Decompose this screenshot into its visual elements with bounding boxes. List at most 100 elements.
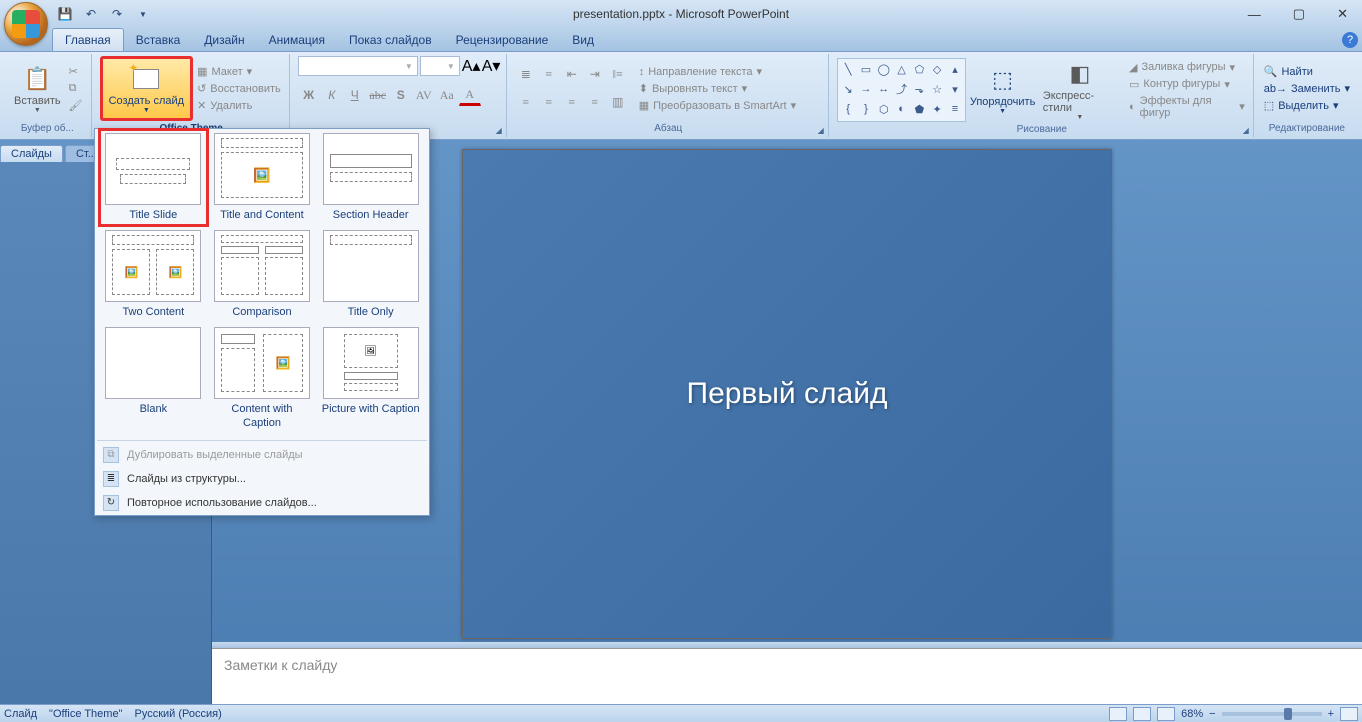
decrease-indent-button[interactable]: ⇤	[561, 64, 583, 86]
maximize-button[interactable]: ▢	[1287, 4, 1311, 24]
zoom-in-button[interactable]: +	[1328, 708, 1334, 720]
qat-dropdown-icon[interactable]: ▼	[132, 3, 154, 25]
layout-label: Two Content	[122, 306, 184, 319]
help-icon[interactable]: ?	[1342, 32, 1358, 48]
char-spacing-button[interactable]: AV	[413, 84, 435, 106]
change-case-button[interactable]: Aa	[436, 84, 458, 106]
ribbon: 📋 Вставить ▼ ✂ ⧉ 🖌 Буфер об... ✦ Создать…	[0, 52, 1362, 140]
quick-styles-button[interactable]: ◧ Экспресс-стили▼	[1039, 56, 1121, 123]
slide-title[interactable]: Первый слайд	[687, 377, 888, 411]
zoom-out-button[interactable]: −	[1209, 708, 1215, 720]
shrink-font-icon[interactable]: A▾	[482, 56, 500, 76]
sorter-view-button[interactable]	[1133, 707, 1151, 721]
new-slide-button[interactable]: ✦ Создать слайд ▼	[100, 56, 193, 121]
tab-view[interactable]: Вид	[560, 29, 606, 51]
text-direction-button[interactable]: ↕ Направление текста ▾	[637, 64, 798, 79]
theme-indicator[interactable]: "Office Theme"	[49, 708, 122, 720]
select-button[interactable]: ⬚ Выделить ▾	[1262, 98, 1352, 113]
layout-title-content[interactable]: 🖼️ Title and Content	[212, 133, 313, 222]
language-indicator[interactable]: Русский (Россия)	[134, 708, 221, 720]
quick-styles-label: Экспресс-стили	[1043, 90, 1117, 114]
reset-button[interactable]: ↺ Восстановить	[195, 81, 283, 96]
new-slide-label: Создать слайд	[109, 95, 184, 107]
layout-section-header[interactable]: Section Header	[320, 133, 421, 222]
layout-label: Blank	[140, 403, 168, 416]
cut-button: ✂	[67, 64, 85, 79]
layout-comparison[interactable]: Comparison	[212, 230, 313, 319]
layout-label: Title and Content	[220, 209, 303, 222]
font-color-button[interactable]: A	[459, 84, 481, 106]
delete-slide-button[interactable]: ✕ Удалить	[195, 98, 283, 113]
layout-picture-caption[interactable]: 🖼 Picture with Caption	[320, 327, 421, 429]
tab-design[interactable]: Дизайн	[192, 29, 256, 51]
shape-effects-button[interactable]: ◐ Эффекты для фигур ▾	[1127, 94, 1247, 120]
italic-button[interactable]: К	[321, 84, 343, 106]
shape-outline-button[interactable]: ▭ Контур фигуры ▾	[1127, 77, 1247, 92]
replace-button[interactable]: ab→ Заменить ▾	[1262, 81, 1352, 96]
layout-blank[interactable]: Blank	[103, 327, 204, 429]
tab-home[interactable]: Главная	[52, 28, 124, 51]
zoom-level[interactable]: 68%	[1181, 708, 1203, 720]
dialog-launcher-icon[interactable]: ◢	[496, 126, 502, 135]
underline-button[interactable]: Ч	[344, 84, 366, 106]
find-button[interactable]: 🔍 Найти	[1262, 64, 1352, 79]
fit-to-window-button[interactable]	[1340, 707, 1358, 721]
outline-icon: ≣	[103, 471, 119, 487]
layout-button[interactable]: ▦ Макет ▾	[195, 64, 283, 79]
align-center-button[interactable]: ≡	[538, 92, 560, 114]
shadow-button[interactable]: S	[390, 84, 412, 106]
dialog-launcher-icon[interactable]: ◢	[1243, 126, 1249, 135]
numbering-button[interactable]: ≡	[538, 64, 560, 86]
slide-canvas[interactable]: Первый слайд	[462, 149, 1112, 639]
arrange-button[interactable]: ⬚ Упорядочить▼	[968, 62, 1036, 117]
shapes-gallery[interactable]: ╲▭◯△⬠◇▴ ↘→↔⤴⬎☆▾ {}⬡◐⬟✦≡	[837, 58, 967, 122]
columns-button[interactable]: ▥	[607, 92, 629, 114]
duplicate-icon: ⧉	[103, 447, 119, 463]
close-button[interactable]: ✕	[1331, 4, 1354, 24]
undo-icon[interactable]: ↶	[80, 3, 102, 25]
line-spacing-button[interactable]: ‖≡	[607, 64, 629, 86]
strike-button[interactable]: abc	[367, 84, 389, 106]
group-editing: 🔍 Найти ab→ Заменить ▾ ⬚ Выделить ▾ Реда…	[1256, 54, 1358, 137]
align-left-button[interactable]: ≡	[515, 92, 537, 114]
justify-button[interactable]: ≡	[584, 92, 606, 114]
tab-review[interactable]: Рецензирование	[444, 29, 561, 51]
bullets-button[interactable]: ≣	[515, 64, 537, 86]
layout-label: Title Only	[348, 306, 394, 319]
minimize-button[interactable]: —	[1242, 5, 1267, 24]
increase-indent-button[interactable]: ⇥	[584, 64, 606, 86]
paste-button[interactable]: 📋 Вставить ▼	[10, 61, 65, 116]
tab-slides-panel[interactable]: Слайды	[0, 145, 63, 162]
quick-styles-icon: ◧	[1064, 58, 1096, 90]
notes-pane[interactable]: Заметки к слайду	[212, 648, 1362, 704]
slideshow-view-button[interactable]	[1157, 707, 1175, 721]
office-button[interactable]	[4, 2, 48, 46]
font-name-combo[interactable]: ▼	[298, 56, 418, 76]
dialog-launcher-icon[interactable]: ◢	[818, 126, 824, 135]
grow-font-icon[interactable]: A▴	[462, 56, 480, 76]
zoom-slider[interactable]	[1222, 712, 1322, 716]
convert-smartart-button[interactable]: ▦ Преобразовать в SmartArt ▾	[637, 98, 798, 113]
slide-indicator[interactable]: Слайд	[4, 708, 37, 720]
layout-title-slide[interactable]: Title Slide	[98, 128, 209, 227]
slides-from-outline-menuitem[interactable]: ≣ Слайды из структуры...	[95, 467, 429, 491]
save-icon[interactable]: 💾	[54, 3, 76, 25]
bold-button[interactable]: Ж	[298, 84, 320, 106]
font-size-combo[interactable]: ▼	[420, 56, 460, 76]
layout-two-content[interactable]: 🖼️ 🖼️ Two Content	[103, 230, 204, 319]
shape-fill-button[interactable]: ◢ Заливка фигуры ▾	[1127, 60, 1247, 75]
drawing-group-label: Рисование	[1017, 124, 1067, 135]
tab-animation[interactable]: Анимация	[257, 29, 337, 51]
align-text-button[interactable]: ⬍ Выровнять текст ▾	[637, 81, 798, 96]
reuse-slides-menuitem[interactable]: ↻ Повторное использование слайдов...	[95, 491, 429, 515]
ribbon-tabs: Главная Вставка Дизайн Анимация Показ сл…	[0, 28, 1362, 52]
align-right-button[interactable]: ≡	[561, 92, 583, 114]
layout-content-caption[interactable]: 🖼️ Content with Caption	[212, 327, 313, 429]
layout-title-only[interactable]: Title Only	[320, 230, 421, 319]
tab-insert[interactable]: Вставка	[124, 29, 193, 51]
normal-view-button[interactable]	[1109, 707, 1127, 721]
duplicate-slides-menuitem: ⧉ Дублировать выделенные слайды	[95, 443, 429, 467]
layout-label: Comparison	[232, 306, 291, 319]
tab-slideshow[interactable]: Показ слайдов	[337, 29, 444, 51]
redo-icon[interactable]: ↷	[106, 3, 128, 25]
